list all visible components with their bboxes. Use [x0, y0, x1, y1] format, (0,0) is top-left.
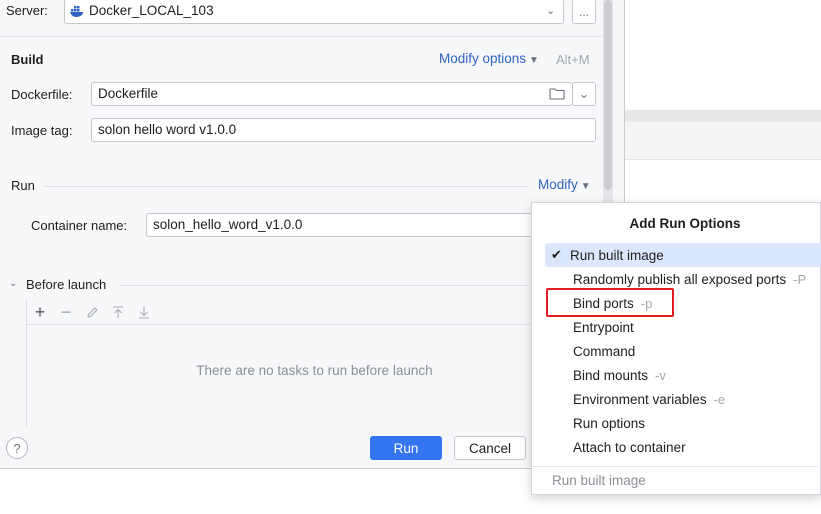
docker-icon [70, 4, 85, 20]
run-button[interactable]: Run [370, 436, 442, 460]
checkmark-icon: ✔ [551, 247, 562, 262]
chevron-down-icon[interactable]: ⌄ [9, 278, 17, 289]
server-value: Docker_LOCAL_103 [89, 3, 214, 18]
help-label: ? [13, 440, 21, 456]
image-tag-value: solon hello word v1.0.0 [98, 122, 237, 137]
menu-item-run-built-image[interactable]: ✔ Run built image [545, 243, 821, 267]
background-strip [625, 110, 821, 122]
chevron-down-icon: ⌄ [578, 87, 590, 101]
annotation-highlight-box [546, 288, 674, 317]
modify-link[interactable]: Modify ▼ [538, 177, 591, 192]
move-up-icon[interactable] [109, 303, 127, 321]
edit-icon[interactable] [83, 303, 101, 321]
empty-tasks-message: There are no tasks to run before launch [196, 363, 433, 378]
modify-options-label: Modify options [439, 51, 527, 66]
menu-item-label: Command [573, 343, 636, 359]
scrollbar-thumb[interactable] [604, 0, 612, 190]
cancel-button-label: Cancel [468, 440, 512, 456]
chevron-down-icon: ▼ [580, 181, 591, 192]
chevron-down-icon: ▼ [529, 55, 539, 66]
popup-footer-text: Run built image [552, 473, 646, 488]
before-launch-title[interactable]: Before launch [26, 277, 106, 292]
chevron-down-icon[interactable]: ⌄ [546, 4, 555, 17]
divider [0, 36, 603, 37]
container-name-input[interactable]: solon_hello_word_v1.0.0 [146, 213, 546, 237]
modify-options-shortcut: Alt+M [556, 52, 590, 67]
modify-options-link[interactable]: Modify options ▼ [439, 51, 539, 66]
cancel-button[interactable]: Cancel [454, 436, 526, 460]
before-launch-divider [120, 285, 528, 286]
server-select[interactable]: Docker_LOCAL_103 [64, 0, 564, 24]
run-divider [44, 186, 528, 187]
background-row [625, 122, 821, 160]
menu-item-run-options[interactable]: Run options [545, 411, 821, 435]
folder-icon[interactable] [549, 87, 565, 103]
menu-item-shortcut: -e [713, 391, 726, 407]
tasks-toolbar-divider [26, 324, 603, 325]
container-name-label: Container name: [31, 218, 128, 233]
run-section-title: Run [11, 178, 35, 193]
server-more-button[interactable]: ... [572, 0, 596, 24]
image-tag-label: Image tag: [11, 123, 73, 138]
popup-title: Add Run Options [629, 216, 741, 231]
server-label: Server: [6, 3, 48, 18]
menu-item-bind-mounts[interactable]: Bind mounts -v [545, 363, 821, 387]
modify-label: Modify [538, 177, 578, 192]
menu-item-label: Environment variables [573, 391, 707, 407]
menu-item-label: Entrypoint [573, 319, 634, 335]
move-down-icon[interactable] [135, 303, 153, 321]
menu-item-command[interactable]: Command [545, 339, 821, 363]
menu-item-label: Randomly publish all exposed ports [573, 271, 787, 287]
popup-footer-divider [532, 466, 821, 467]
remove-icon[interactable]: − [57, 302, 75, 322]
menu-item-label: Attach to container [573, 439, 686, 455]
dockerfile-input[interactable]: Dockerfile [91, 82, 573, 106]
menu-item-attach-to-container[interactable]: Attach to container [545, 435, 821, 459]
container-name-value: solon_hello_word_v1.0.0 [153, 217, 303, 232]
menu-item-label: Run built image [570, 247, 664, 263]
menu-item-shortcut: -P [793, 271, 807, 287]
image-tag-input[interactable]: solon hello word v1.0.0 [91, 118, 596, 142]
help-icon[interactable]: ? [6, 437, 28, 459]
menu-item-shortcut: -v [655, 367, 666, 383]
run-button-label: Run [393, 440, 419, 456]
build-section-title: Build [11, 52, 44, 67]
dockerfile-dropdown-button[interactable]: ⌄ [572, 82, 596, 106]
menu-item-environment-variables[interactable]: Environment variables -e [545, 387, 821, 411]
menu-item-label: Bind mounts [573, 367, 649, 383]
menu-item-entrypoint[interactable]: Entrypoint [545, 315, 821, 339]
add-run-options-popup: Add Run Options ✔ Run built image Random… [531, 202, 821, 495]
add-icon[interactable]: + [31, 302, 49, 322]
server-more-label: ... [578, 4, 589, 19]
menu-item-label: Run options [573, 415, 646, 431]
dockerfile-label: Dockerfile: [11, 87, 73, 102]
dockerfile-value: Dockerfile [98, 86, 159, 101]
